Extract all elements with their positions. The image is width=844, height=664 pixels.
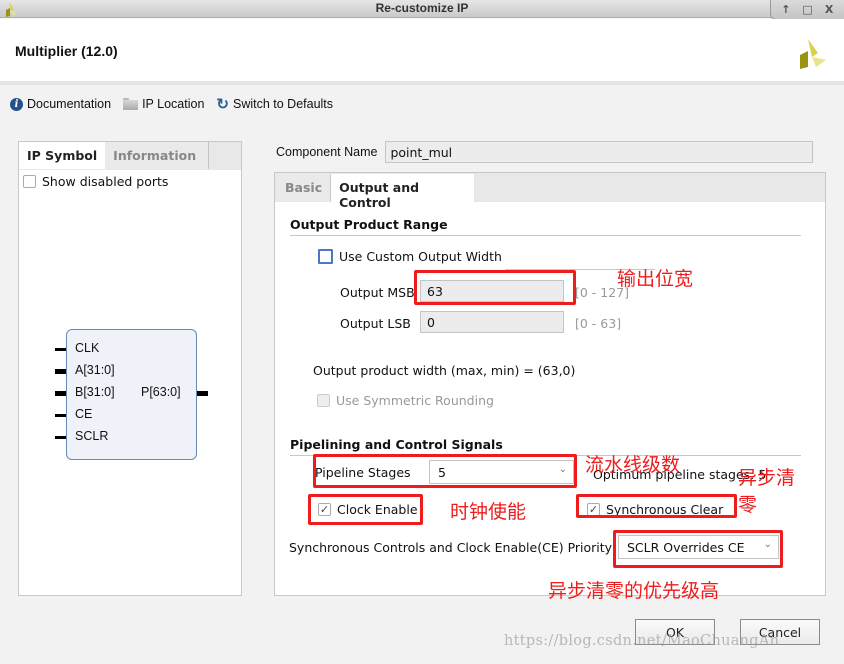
sync-clear-row[interactable]: ✓ Synchronous Clear (583, 498, 727, 521)
pin-sclr (55, 436, 66, 439)
pipeline-stages-select[interactable]: 5 ⌄ (429, 460, 574, 484)
annotation-pipeline: 流水线级数 (585, 454, 681, 476)
custom-width-row[interactable]: Use Custom Output Width (314, 245, 506, 268)
pin-clk (55, 348, 66, 351)
clock-enable-label: Clock Enable (337, 502, 418, 517)
switch-defaults-button[interactable]: ↻ Switch to Defaults (216, 97, 333, 112)
watermark: https://blog.csdn.net/MaoChuangAn (504, 633, 780, 649)
tab-basic[interactable]: Basic (277, 174, 332, 202)
port-sclr: SCLR (75, 429, 109, 443)
pin-up-icon[interactable]: ↑ (778, 3, 794, 16)
toolbar: i Documentation IP Location ↻ Switch to … (0, 90, 844, 118)
show-disabled-ports-checkbox[interactable] (23, 175, 36, 188)
pin-ce (55, 414, 66, 417)
ip-location-label: IP Location (142, 97, 205, 111)
port-b: B[31:0] (75, 385, 115, 399)
window-controls: ↑ □ X (770, 0, 844, 20)
documentation-button[interactable]: i Documentation (10, 97, 111, 111)
annotation-sync-clear-2: 零 (738, 494, 758, 516)
symmetric-rounding-row: Use Symmetric Rounding (313, 389, 498, 412)
symmetric-rounding-checkbox (317, 394, 330, 407)
priority-value: SCLR Overrides CE (627, 540, 745, 555)
ip-title: Multiplier (12.0) (15, 43, 118, 59)
custom-width-label: Use Custom Output Width (339, 249, 502, 264)
annotation-priority: 异步清零的优先级高 (548, 580, 720, 602)
documentation-label: Documentation (27, 97, 112, 111)
component-name-input[interactable] (385, 141, 814, 163)
tab-ip-symbol[interactable]: IP Symbol (19, 142, 106, 169)
custom-width-checkbox[interactable] (318, 249, 333, 264)
port-ce: CE (75, 407, 93, 421)
window-title: Re-customize IP (375, 1, 469, 15)
switch-defaults-label: Switch to Defaults (232, 97, 334, 111)
tab-output-control[interactable]: Output and Control (331, 174, 475, 210)
pin-p (197, 391, 208, 396)
clock-enable-checkbox[interactable]: ✓ (318, 503, 331, 516)
component-name-label: Component Name (276, 145, 378, 159)
show-disabled-ports-row[interactable]: Show disabled ports (19, 170, 241, 193)
symmetric-rounding-label: Use Symmetric Rounding (336, 393, 494, 408)
port-clk: CLK (75, 341, 100, 355)
port-p: P[63:0] (141, 385, 181, 399)
config-tabs: Basic Output and Control (275, 173, 825, 210)
ip-symbol-block: CLK A[31:0] B[31:0] CE SCLR P[63:0] (66, 329, 197, 460)
annotation-output-width: 输出位宽 (617, 268, 694, 290)
output-msb-label: Output MSB (340, 285, 415, 300)
pin-b (55, 391, 66, 396)
output-range-title: Output Product Range (290, 217, 448, 232)
section-divider (290, 235, 801, 236)
product-width-text: Output product width (max, min) = (63,0) (313, 363, 576, 378)
pin-a (55, 369, 66, 374)
output-lsb-input[interactable]: 0 (420, 311, 564, 333)
port-a: A[31:0] (75, 363, 115, 377)
left-tabs: IP Symbol Information (19, 142, 241, 170)
xilinx-logo-icon (800, 39, 826, 69)
dialog-header: Multiplier (12.0) (0, 19, 844, 85)
section-divider (290, 455, 801, 456)
folder-icon (123, 98, 139, 110)
show-disabled-ports-label: Show disabled ports (42, 174, 169, 189)
close-icon[interactable]: X (821, 3, 837, 16)
output-lsb-label: Output LSB (340, 316, 411, 331)
priority-select[interactable]: SCLR Overrides CE ⌄ (618, 535, 779, 559)
clock-enable-row[interactable]: ✓ Clock Enable (314, 498, 422, 521)
annotation-clock-enable: 时钟使能 (450, 501, 527, 523)
sync-clear-checkbox[interactable]: ✓ (587, 503, 600, 516)
ip-location-button[interactable]: IP Location (123, 97, 204, 111)
maximize-icon[interactable]: □ (799, 3, 815, 16)
tab-information[interactable]: Information (105, 142, 210, 169)
priority-label: Synchronous Controls and Clock Enable(CE… (289, 540, 613, 555)
annotation-sync-clear-1: 异步清 (738, 467, 796, 489)
output-lsb-range: [0 - 63] (575, 316, 622, 331)
title-bar: Re-customize IP ↑ □ X (0, 0, 844, 20)
config-panel: Basic Output and Control Output Product … (274, 172, 826, 596)
refresh-icon: ↻ (216, 95, 229, 113)
output-msb-input[interactable]: 63 (420, 280, 564, 302)
pipeline-stages-label: Pipeline Stages (315, 465, 411, 480)
info-icon: i (10, 97, 23, 111)
pipeline-stages-value: 5 (438, 465, 446, 480)
component-name-row: Component Name (276, 141, 814, 163)
chevron-down-icon: ⌄ (763, 539, 772, 550)
chevron-down-icon: ⌄ (558, 464, 567, 475)
ip-symbol-panel: IP Symbol Information Show disabled port… (18, 141, 242, 596)
sync-clear-label: Synchronous Clear (606, 502, 724, 517)
pipelining-title: Pipelining and Control Signals (290, 437, 503, 452)
